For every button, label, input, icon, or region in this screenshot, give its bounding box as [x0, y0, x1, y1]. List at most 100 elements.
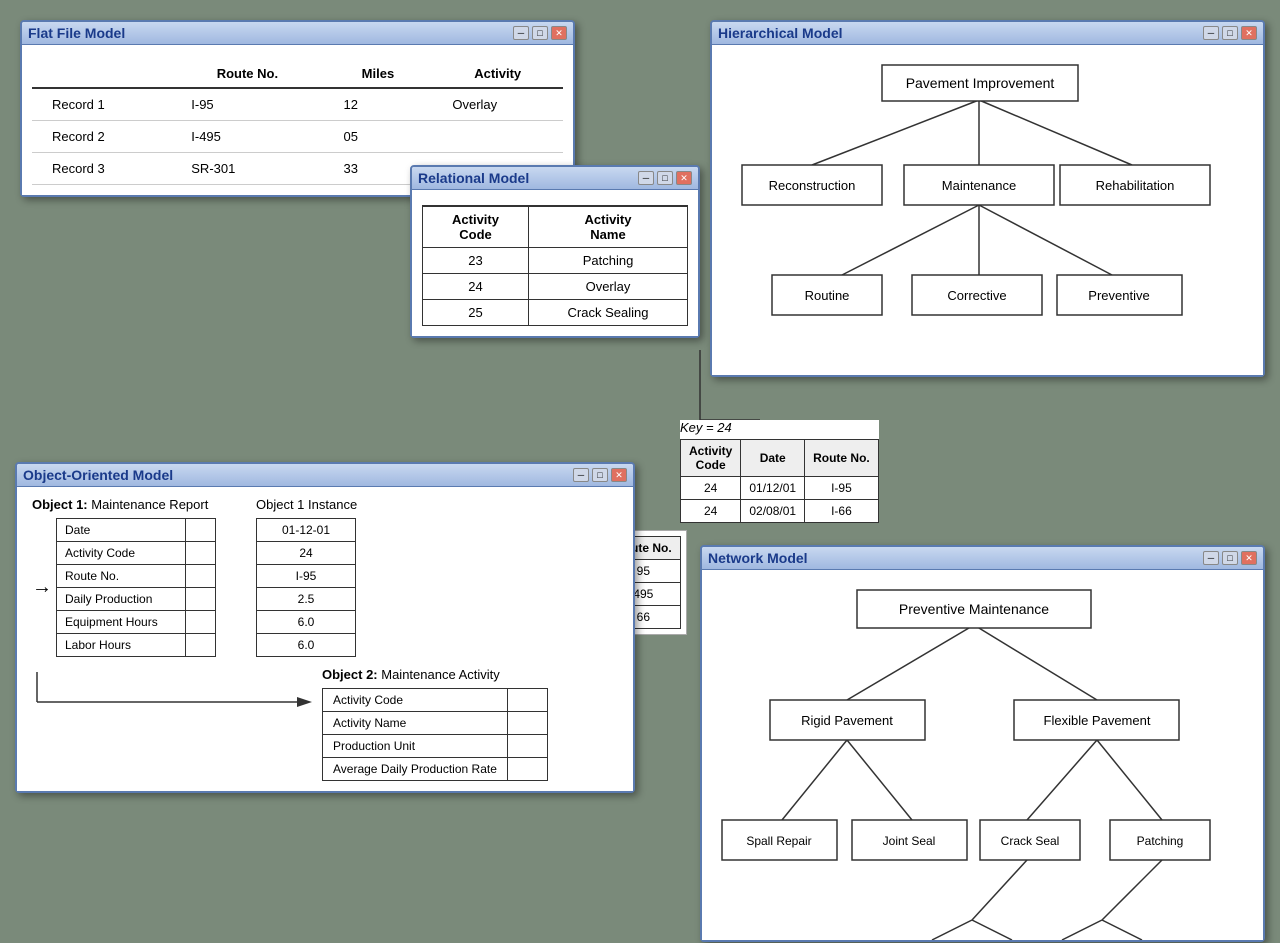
svg-text:Flexible Pavement: Flexible Pavement [1044, 713, 1151, 728]
relational-titlebar: Relational Model ─ □ ✕ [412, 167, 698, 190]
route-no: I-495 [171, 121, 323, 153]
field-value [186, 588, 216, 611]
table-row: Route No. [57, 565, 216, 588]
oo-obj1-name: Maintenance Report [91, 497, 208, 512]
maximize-btn[interactable]: □ [657, 171, 673, 185]
svg-text:Routine: Routine [805, 288, 850, 303]
minimize-btn[interactable]: ─ [1203, 551, 1219, 565]
rel-col-name: ActivityName [529, 206, 688, 248]
date: 02/08/01 [741, 500, 805, 523]
maximize-btn[interactable]: □ [532, 26, 548, 40]
oo-controls: ─ □ ✕ [573, 468, 627, 482]
relational-window: Relational Model ─ □ ✕ ActivityCode Acti… [410, 165, 700, 338]
oo-titlebar: Object-Oriented Model ─ □ ✕ [17, 464, 633, 487]
col-route: Route No. [171, 60, 323, 88]
maximize-btn[interactable]: □ [1222, 551, 1238, 565]
field-name: Route No. [57, 565, 186, 588]
minimize-btn[interactable]: ─ [513, 26, 529, 40]
svg-text:Spall Repair: Spall Repair [746, 834, 811, 848]
table-row: I-95 [257, 565, 356, 588]
field-value [186, 519, 216, 542]
activity [432, 121, 563, 153]
table-row: Daily Production [57, 588, 216, 611]
oo-obj1-connector [32, 667, 312, 710]
minimize-btn[interactable]: ─ [1203, 26, 1219, 40]
close-btn[interactable]: ✕ [551, 26, 567, 40]
svg-text:Pavement Improvement: Pavement Improvement [906, 75, 1055, 91]
rel-controls: ─ □ ✕ [638, 171, 692, 185]
table-row: 2.5 [257, 588, 356, 611]
svg-text:Reconstruction: Reconstruction [769, 178, 856, 193]
table-row: 24 01/12/01 I-95 [681, 477, 879, 500]
svg-text:Crack Seal: Crack Seal [1001, 834, 1060, 848]
key-label: Key = 24 [680, 420, 879, 435]
table-row: 01-12-01 [257, 519, 356, 542]
relational-content: ActivityCode ActivityName 23 Patching 24… [412, 190, 698, 336]
route: I-95 [805, 477, 879, 500]
field-value [186, 565, 216, 588]
relational-table: ActivityCode ActivityName 23 Patching 24… [422, 205, 688, 326]
close-btn[interactable]: ✕ [676, 171, 692, 185]
obj2-field: Average Daily Production Rate [323, 758, 508, 781]
field-name: Labor Hours [57, 634, 186, 657]
table-row: Labor Hours [57, 634, 216, 657]
field-name: Daily Production [57, 588, 186, 611]
net-controls: ─ □ ✕ [1203, 551, 1257, 565]
oo-obj1-header: Object 1: Maintenance Report [32, 497, 216, 512]
instance-val: 6.0 [257, 634, 356, 657]
maximize-btn[interactable]: □ [1222, 26, 1238, 40]
col-empty [32, 60, 171, 88]
field-value [186, 611, 216, 634]
activity-code: 24 [423, 274, 529, 300]
field-name: Activity Code [57, 542, 186, 565]
flat-file-controls: ─ □ ✕ [513, 26, 567, 40]
obj2-val [507, 712, 547, 735]
activity-name: Patching [529, 248, 688, 274]
object-oriented-window: Object-Oriented Model ─ □ ✕ Object 1: Ma… [15, 462, 635, 793]
table-row: 24 [257, 542, 356, 565]
oo-obj1-label: Object 1: [32, 497, 88, 512]
oo-connector-svg [32, 667, 312, 707]
miles: 12 [324, 88, 433, 121]
col-activity: Activity [432, 60, 563, 88]
oo-instance-table: 01-12-01 24 I-95 2.5 6.0 6.0 [256, 518, 356, 657]
route: I-66 [805, 500, 879, 523]
table-row: Record 2 I-495 05 [32, 121, 563, 153]
close-btn[interactable]: ✕ [1241, 26, 1257, 40]
minimize-btn[interactable]: ─ [573, 468, 589, 482]
close-btn[interactable]: ✕ [611, 468, 627, 482]
oo-obj2-name: Maintenance Activity [381, 667, 500, 682]
svg-text:Joint Seal: Joint Seal [883, 834, 936, 848]
instance-val: 6.0 [257, 611, 356, 634]
arrow-icon: → [32, 576, 52, 599]
svg-text:Patching: Patching [1137, 834, 1184, 848]
network-titlebar: Network Model ─ □ ✕ [702, 547, 1263, 570]
table-row: 24 Overlay [423, 274, 688, 300]
minimize-btn[interactable]: ─ [638, 171, 654, 185]
table-row: 24 02/08/01 I-66 [681, 500, 879, 523]
network-window: Network Model ─ □ ✕ Preventive Maintenan… [700, 545, 1265, 942]
svg-text:Rigid Pavement: Rigid Pavement [801, 713, 893, 728]
svg-text:Maintenance: Maintenance [942, 178, 1016, 193]
key-col-date: Date [741, 440, 805, 477]
flat-file-titlebar: Flat File Model ─ □ ✕ [22, 22, 573, 45]
maximize-btn[interactable]: □ [592, 468, 608, 482]
field-name: Date [57, 519, 186, 542]
obj2-field: Activity Code [323, 689, 508, 712]
oo-instance-section: Object 1 Instance 01-12-01 24 I-95 2.5 6… [256, 497, 357, 657]
obj2-field: Production Unit [323, 735, 508, 758]
hierarchical-title: Hierarchical Model [718, 25, 843, 41]
svg-text:Corrective: Corrective [947, 288, 1006, 303]
close-btn[interactable]: ✕ [1241, 551, 1257, 565]
record-label: Record 1 [32, 88, 171, 121]
oo-title: Object-Oriented Model [23, 467, 173, 483]
instance-val: 24 [257, 542, 356, 565]
activity-code: 25 [423, 300, 529, 326]
activity-name: Crack Sealing [529, 300, 688, 326]
record-label: Record 2 [32, 121, 171, 153]
activity-code: 23 [423, 248, 529, 274]
obj2-field: Activity Name [323, 712, 508, 735]
relational-title: Relational Model [418, 170, 529, 186]
table-row: Activity Code [323, 689, 548, 712]
table-row: 6.0 [257, 634, 356, 657]
